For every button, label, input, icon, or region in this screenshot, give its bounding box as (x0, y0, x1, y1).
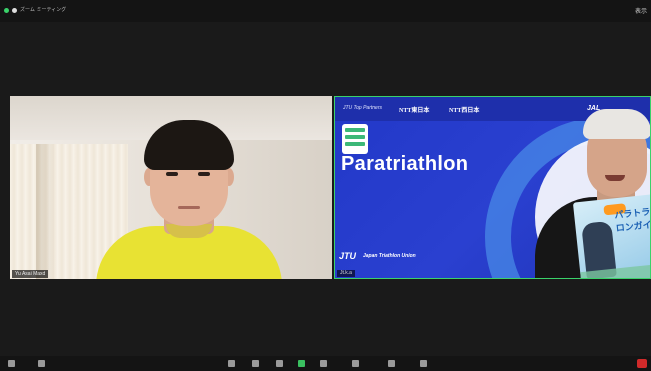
curtain-shadow (36, 144, 54, 279)
apps-icon[interactable] (388, 360, 395, 367)
guide-book: パラトライアスロンガイド (572, 191, 650, 278)
eye (166, 172, 178, 176)
hair (144, 120, 234, 170)
eye (198, 172, 210, 176)
participant-name-label: Yu Asai Maxd (12, 270, 49, 278)
info-icon[interactable] (12, 8, 17, 13)
more-icon[interactable] (420, 360, 427, 367)
participant-name-label: Jt.k.a (337, 270, 355, 277)
video-icon[interactable] (38, 360, 45, 367)
participant-video-tile[interactable]: Yu Asai Maxd (10, 96, 332, 279)
grey-hair (583, 109, 650, 139)
paratriathlon-logo (342, 124, 368, 154)
jtu-logo: JTU (339, 251, 357, 261)
end-meeting-button[interactable] (637, 359, 647, 368)
shirt-collar (166, 224, 212, 238)
sponsor-logo: NTT東日本 (399, 108, 430, 114)
mouth (605, 175, 625, 181)
meeting-toolbar (0, 356, 651, 371)
reactions-icon[interactable] (352, 360, 359, 367)
share-screen-icon[interactable] (298, 360, 305, 367)
zoom-meeting-window: ズーム ミーティング 表示 Yu Asai Maxd JTU Top Partn… (0, 0, 651, 371)
sponsor-lead-text: JTU Top Partners (343, 105, 382, 111)
mute-icon[interactable] (8, 360, 15, 367)
record-icon[interactable] (320, 360, 327, 367)
slide-footer: Japan Triathlon Union (363, 253, 416, 259)
participant-person: パラトライアスロンガイド (435, 97, 650, 278)
security-icon[interactable] (228, 360, 235, 367)
title-bar: ズーム ミーティング 表示 (0, 0, 651, 22)
chat-icon[interactable] (276, 360, 283, 367)
participant-person (94, 114, 284, 279)
view-button[interactable]: 表示 (635, 6, 647, 15)
connection-status-icon[interactable] (4, 8, 9, 13)
mouth (178, 206, 200, 209)
participants-icon[interactable] (252, 360, 259, 367)
window-title: ズーム ミーティング (20, 7, 67, 13)
participant-video-tile-active-speaker[interactable]: JTU Top Partners NTT東日本 NTT西日本 JAL Parat… (334, 96, 651, 279)
